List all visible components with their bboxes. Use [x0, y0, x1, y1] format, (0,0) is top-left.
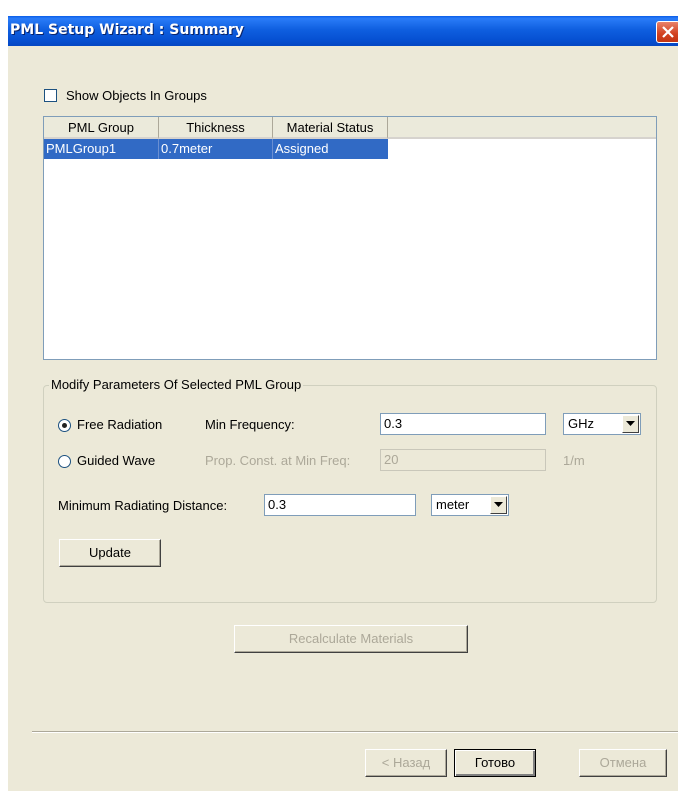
pml-group-table[interactable]: PML Group Thickness Material Status PMLG… — [43, 116, 657, 360]
footer-separator — [32, 731, 678, 733]
distance-unit-select[interactable]: meter — [431, 494, 509, 516]
min-radiating-distance-input[interactable]: 0.3 — [264, 494, 416, 516]
column-header-pml-group[interactable]: PML Group — [44, 117, 159, 139]
prop-const-unit: 1/m — [563, 453, 585, 468]
prop-const-input: 20 — [380, 449, 546, 471]
update-button[interactable]: Update — [59, 539, 161, 567]
group-legend: Modify Parameters Of Selected PML Group — [49, 377, 304, 392]
window-title: PML Setup Wizard : Summary — [10, 22, 244, 38]
show-groups-label[interactable]: Show Objects In Groups — [66, 88, 207, 103]
frequency-unit-select[interactable]: GHz — [563, 413, 641, 435]
column-header-material-status[interactable]: Material Status — [273, 117, 388, 139]
frequency-unit-value: GHz — [568, 416, 594, 431]
cell-pml-group: PMLGroup1 — [44, 139, 159, 159]
finish-button[interactable]: Готово — [454, 749, 536, 777]
table-header: PML Group Thickness Material Status — [44, 117, 656, 139]
close-button[interactable] — [656, 21, 678, 43]
frequency-unit-dropdown-button[interactable] — [622, 415, 639, 433]
distance-unit-value: meter — [436, 497, 470, 512]
chevron-down-icon — [494, 502, 503, 507]
cell-thickness: 0.7meter — [159, 139, 273, 159]
radio-selected-dot — [62, 423, 67, 428]
title-bar[interactable]: PML Setup Wizard : Summary — [8, 16, 678, 46]
show-groups-checkbox[interactable] — [44, 89, 57, 102]
min-frequency-input[interactable]: 0.3 — [380, 413, 546, 435]
column-header-filler — [388, 117, 656, 139]
free-radiation-radio[interactable] — [58, 419, 71, 432]
distance-unit-dropdown-button[interactable] — [490, 496, 507, 514]
min-radiating-distance-label: Minimum Radiating Distance: — [58, 498, 228, 513]
guided-wave-radio[interactable] — [58, 455, 71, 468]
dialog-window: PML Setup Wizard : Summary Show Objects … — [8, 16, 678, 791]
prop-const-label: Prop. Const. at Min Freq: — [205, 453, 351, 468]
free-radiation-label[interactable]: Free Radiation — [77, 417, 162, 432]
chevron-down-icon — [626, 421, 635, 426]
back-button: < Назад — [365, 749, 447, 777]
modify-parameters-group: Modify Parameters Of Selected PML Group … — [43, 377, 657, 603]
cell-material-status: Assigned — [273, 139, 388, 159]
recalculate-materials-button: Recalculate Materials — [234, 625, 468, 653]
guided-wave-label[interactable]: Guided Wave — [77, 453, 155, 468]
min-frequency-label: Min Frequency: — [205, 417, 295, 432]
cancel-button: Отмена — [579, 749, 667, 777]
close-icon — [662, 26, 674, 38]
column-header-thickness[interactable]: Thickness — [159, 117, 273, 139]
